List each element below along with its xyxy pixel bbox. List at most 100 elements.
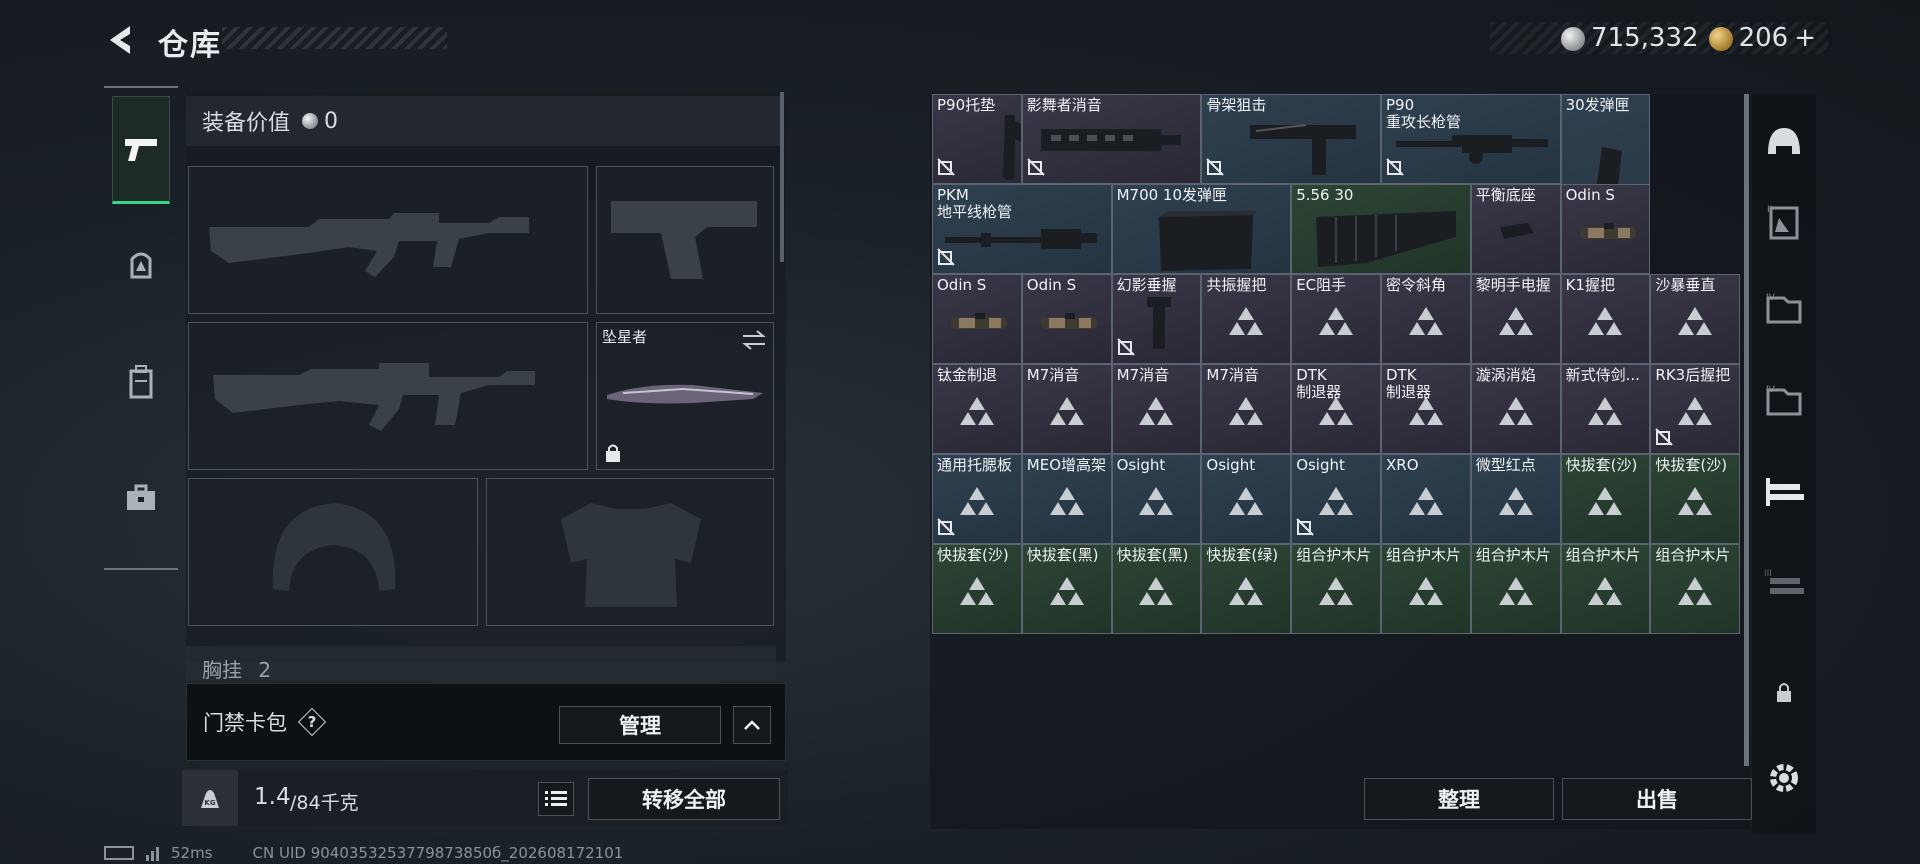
armor-slot[interactable] [486,478,774,626]
inventory-item[interactable]: Osight [1201,454,1292,544]
inventory-item[interactable]: RK3后握把 [1650,364,1741,454]
item-label: 平衡底座 [1475,186,1536,204]
inventory-item[interactable]: Odin S [1021,274,1112,364]
inventory-item[interactable]: 漩涡消焰 [1470,364,1561,454]
help-icon[interactable]: ? [299,709,325,735]
backpack-2-icon: II [1765,202,1803,246]
expand-button[interactable] [733,706,771,744]
inventory-item[interactable]: 组合护木片 [1650,544,1741,634]
inventory-item[interactable]: 影舞者消音 [1021,94,1202,184]
silver-amount: 715,332 [1591,23,1699,53]
item-label: 漩涡消焰 [1475,366,1536,384]
inventory-item[interactable]: K1握把 [1560,274,1651,364]
right-tab-helmet[interactable] [1752,104,1816,184]
equipment-scrollbar[interactable] [780,92,784,262]
sort-button[interactable]: 整理 [1364,778,1554,820]
inventory-item[interactable]: M7消音 [1201,364,1292,454]
inventory-item[interactable]: 组合护木片 [1560,544,1651,634]
sidearm-slot[interactable] [596,166,774,314]
inventory-scrollbar[interactable] [1744,94,1749,766]
right-tab-weapon-rack[interactable] [1752,454,1816,534]
no-trade-icon [937,248,955,270]
inventory-item[interactable]: 快拔套(沙) [1650,454,1741,544]
item-label: RK3后握把 [1655,366,1731,384]
inventory-item[interactable]: M700 10发弹匣 [1111,184,1292,274]
inventory-item[interactable]: 幻影垂握 [1111,274,1202,364]
tab-helmet-bag[interactable] [112,212,170,320]
melee-slot[interactable]: 坠星者 [596,322,774,470]
inventory-item[interactable]: 组合护木片 [1381,544,1471,634]
inventory-item[interactable]: P90 重攻长枪管 [1381,94,1561,184]
add-gold-button[interactable]: + [1794,23,1816,53]
armor-silhouette-icon [561,503,701,607]
no-trade-icon [937,518,955,540]
equipment-value-header: 装备价值 0 [186,96,780,146]
right-tab-ammo-crate-4[interactable]: IV [1752,270,1816,350]
manage-button[interactable]: 管理 [559,706,721,744]
item-label: M700 10发弹匣 [1116,186,1228,204]
inventory-item[interactable]: 新式侍剑... [1560,364,1651,454]
inventory-item[interactable]: 快拔套(黑) [1021,544,1112,634]
inventory-item[interactable]: 快拔套(沙) [932,544,1022,634]
tab-case[interactable] [112,444,170,552]
inventory-item[interactable]: 骨架狙击 [1201,94,1381,184]
inventory-item[interactable]: EC阻手 [1291,274,1381,364]
inventory-item[interactable]: 组合护木片 [1291,544,1381,634]
inventory-item[interactable]: 共振握把 [1201,274,1292,364]
inventory-item[interactable]: DTK 制退器 [1291,364,1381,454]
sell-button[interactable]: 出售 [1562,778,1752,820]
item-label: MEO增高架 [1026,456,1107,474]
inventory-item[interactable]: Odin S [1560,184,1651,274]
inventory-item[interactable]: 快拔套(沙) [1560,454,1651,544]
inventory-item[interactable]: 5.56 30 [1291,184,1471,274]
inventory-item[interactable]: 钛金制退 [932,364,1022,454]
inventory-item[interactable]: DTK 制退器 [1381,364,1471,454]
secondary-weapon-slot[interactable] [188,322,588,470]
inventory-item[interactable]: 快拔套(黑) [1111,544,1202,634]
right-tab-backpack-2[interactable]: II [1752,184,1816,264]
inventory-item[interactable]: Odin S [932,274,1022,364]
right-tab-settings[interactable] [1752,740,1816,820]
tab-backpack[interactable] [112,328,170,436]
equipment-value-label: 装备价值 [202,111,291,136]
rifle-silhouette-icon [209,213,529,277]
item-label: 30发弹匣 [1565,96,1630,114]
item-label: 组合护木片 [1296,546,1372,564]
backpack-icon [129,365,153,399]
tab-weapons[interactable] [112,96,170,204]
inventory-item[interactable]: P90托垫 [932,94,1022,184]
inventory-item[interactable]: Osight [1291,454,1381,544]
inventory-item[interactable]: M7消音 [1021,364,1112,454]
inventory-item[interactable]: 快拔套(绿) [1201,544,1292,634]
inventory-item[interactable]: 黎明手电握 [1470,274,1561,364]
primary-weapon-slot[interactable] [188,166,588,314]
inventory-item[interactable]: 组合护木片 [1470,544,1561,634]
inventory-item[interactable]: Osight [1111,454,1202,544]
ammo-crate-4-icon: IV [1764,290,1804,330]
helmet-slot[interactable] [188,478,478,626]
swap-icon[interactable] [741,329,767,351]
item-label: 组合护木片 [1565,546,1641,564]
inventory-item[interactable]: 沙暴垂直 [1650,274,1741,364]
right-tab-lock[interactable] [1752,654,1816,734]
inventory-item[interactable]: XRO [1381,454,1471,544]
inventory-item[interactable]: 微型红点 [1470,454,1561,544]
right-tab-ammo-crate-4b[interactable]: IV [1752,362,1816,442]
page-title: 仓库 [158,28,222,63]
uid-text: CN UID 9040353253779873850б_202608172101 [252,844,624,862]
transfer-all-button[interactable]: 转移全部 [588,778,780,820]
currency-bar: 715,332 206 + [1490,22,1828,54]
inventory-item[interactable]: 密令斜角 [1381,274,1471,364]
left-category-nav [104,86,178,570]
right-tab-weapon-rack-3[interactable]: III [1752,546,1816,626]
inventory-item[interactable]: 平衡底座 [1470,184,1561,274]
inventory-item[interactable]: 通用托腮板 [932,454,1022,544]
inventory-item[interactable]: MEO增高架 [1021,454,1112,544]
inventory-item[interactable]: M7消音 [1111,364,1202,454]
gold-currency[interactable]: 206 + [1708,23,1816,53]
item-label: 组合护木片 [1655,546,1731,564]
list-view-button[interactable] [538,782,574,816]
back-arrow-icon[interactable] [100,20,140,60]
settings-icon [1767,761,1801,799]
inventory-item[interactable]: PKM 地平线枪管 [932,184,1112,274]
